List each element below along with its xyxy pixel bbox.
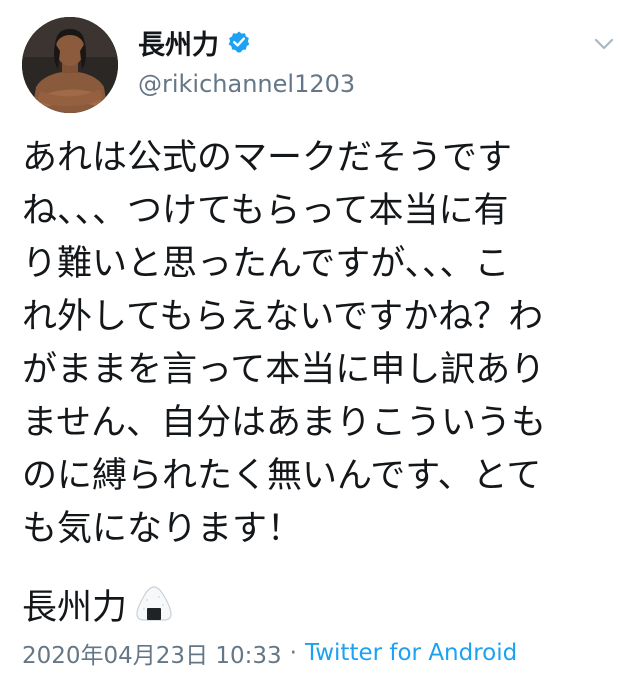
tweet-text-line: ません、自分はあまりこういうも <box>22 403 546 443</box>
avatar[interactable] <box>22 17 118 113</box>
verified-badge-icon <box>227 30 251 54</box>
tweet-signature: 長州力 <box>22 578 175 630</box>
tweet-text-line: も気になります！ <box>22 509 303 549</box>
tweet-text-line: れ外してもらえないですかね？わ <box>22 297 544 337</box>
tweet-meta: 2020年04月23日 10:33 · Twitter for Android <box>22 636 517 670</box>
author-handle[interactable]: @rikichannel1203 <box>138 70 355 98</box>
tweet-text-line: ね、、、つけてもらって本当に有 <box>22 191 509 231</box>
tweet-text-line: がままを言って本当に申し訳あり <box>22 350 546 390</box>
tweet-text-line: り難いと思ったんですが、、、こ <box>22 244 510 284</box>
profile-photo-icon <box>22 17 118 113</box>
tweet-text: あれは公式のマークだそうです ね、、、つけてもらって本当に有 り難いと思ったんで… <box>22 132 622 556</box>
signature-name: 長州力 <box>22 587 128 628</box>
tweet-text-line: のに縛られたく無いんです、とて <box>22 456 542 496</box>
tweet-timestamp[interactable]: 2020年04月23日 10:33 <box>22 636 282 670</box>
author-name-row[interactable]: 長州力 <box>138 22 251 62</box>
meta-separator: · <box>289 640 297 666</box>
author-display-name[interactable]: 長州力 <box>138 23 219 62</box>
chevron-down-icon[interactable] <box>593 36 615 52</box>
tweet-source-link[interactable]: Twitter for Android <box>305 640 517 666</box>
onigiri-icon <box>133 583 175 625</box>
tweet-text-line: あれは公式のマークだそうです <box>22 138 513 178</box>
tweet-card: 長州力 @rikichannel1203 あれは公式のマークだそうです ね、、、… <box>0 0 638 680</box>
